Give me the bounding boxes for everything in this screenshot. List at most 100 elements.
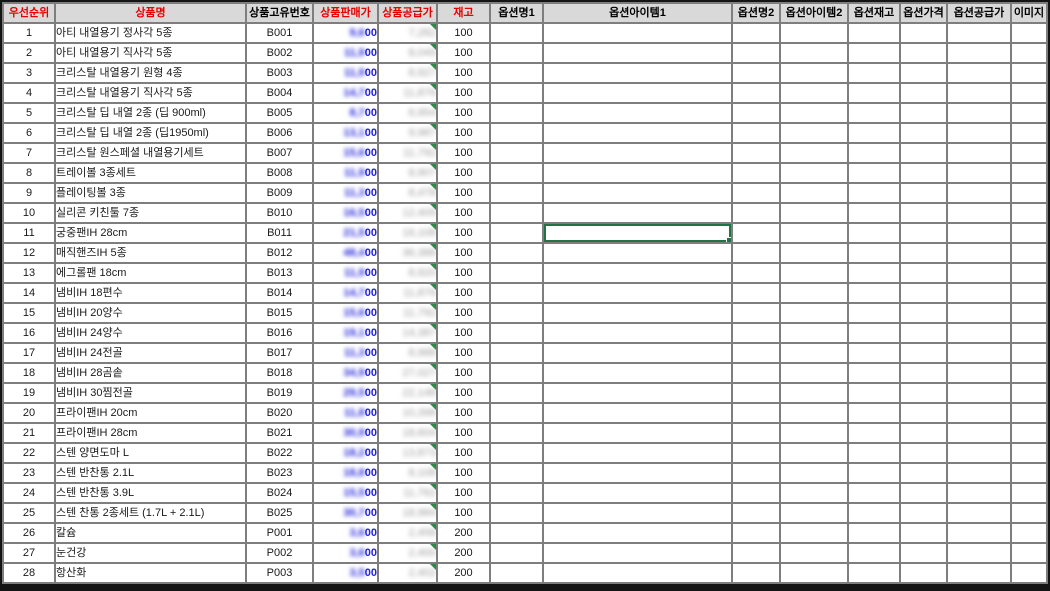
header-cell-opt_name1[interactable]: 옵션명1 [490, 3, 543, 23]
cell-opt-item2[interactable] [780, 103, 848, 123]
cell-opt-item1[interactable] [543, 303, 732, 323]
cell-stock[interactable]: 100 [437, 223, 490, 243]
cell-opt-supply[interactable] [947, 23, 1011, 43]
cell-opt-stock[interactable] [848, 83, 900, 103]
cell-supply-price[interactable]: 27,027 [378, 363, 437, 383]
cell-supply-price[interactable]: 11,762 [378, 483, 437, 503]
cell-image[interactable] [1011, 43, 1047, 63]
cell-image[interactable] [1011, 323, 1047, 343]
cell-sale-price[interactable]: 11,300 [313, 183, 378, 203]
cell-stock[interactable]: 100 [437, 163, 490, 183]
cell-product-code[interactable]: B002 [246, 43, 313, 63]
cell-opt-name1[interactable] [490, 423, 543, 443]
cell-image[interactable] [1011, 563, 1047, 583]
cell-supply-price[interactable]: 12,409 [378, 203, 437, 223]
cell-product-name[interactable]: 궁중팬IH 28cm [55, 223, 246, 243]
cell-opt-name1[interactable] [490, 23, 543, 43]
cell-opt-name1[interactable] [490, 203, 543, 223]
cell-sale-price[interactable]: 34,900 [313, 363, 378, 383]
cell-opt-stock[interactable] [848, 283, 900, 303]
cell-opt-supply[interactable] [947, 103, 1011, 123]
cell-image[interactable] [1011, 203, 1047, 223]
cell-opt-supply[interactable] [947, 343, 1011, 363]
cell-opt-item2[interactable] [780, 543, 848, 563]
cell-opt-price[interactable] [900, 443, 947, 463]
header-cell-supply_price[interactable]: 상품공급가 [378, 3, 437, 23]
header-cell-priority[interactable]: 우선순위 [3, 3, 55, 23]
cell-opt-price[interactable] [900, 103, 947, 123]
cell-opt-stock[interactable] [848, 383, 900, 403]
cell-opt-stock[interactable] [848, 483, 900, 503]
cell-product-code[interactable]: B022 [246, 443, 313, 463]
cell-priority[interactable]: 1 [3, 23, 55, 43]
cell-opt-name2[interactable] [732, 163, 780, 183]
cell-supply-price[interactable]: 7,282 [378, 23, 437, 43]
cell-opt-stock[interactable] [848, 123, 900, 143]
cell-product-code[interactable]: B003 [246, 63, 313, 83]
cell-opt-supply[interactable] [947, 543, 1011, 563]
cell-stock[interactable]: 100 [437, 103, 490, 123]
cell-opt-name1[interactable] [490, 563, 543, 583]
cell-opt-stock[interactable] [848, 323, 900, 343]
cell-opt-supply[interactable] [947, 163, 1011, 183]
cell-product-code[interactable]: B023 [246, 463, 313, 483]
cell-sale-price[interactable]: 16,500 [313, 203, 378, 223]
cell-opt-price[interactable] [900, 163, 947, 183]
cell-priority[interactable]: 22 [3, 443, 55, 463]
cell-product-name[interactable]: 냄비IH 28곰솥 [55, 363, 246, 383]
cell-image[interactable] [1011, 523, 1047, 543]
cell-opt-price[interactable] [900, 383, 947, 403]
cell-opt-name2[interactable] [732, 403, 780, 423]
cell-product-code[interactable]: P001 [246, 523, 313, 543]
cell-opt-item1[interactable] [543, 363, 732, 383]
cell-image[interactable] [1011, 123, 1047, 143]
cell-supply-price[interactable]: 36,388 [378, 243, 437, 263]
cell-stock[interactable]: 100 [437, 323, 490, 343]
cell-product-name[interactable]: 항산화 [55, 563, 246, 583]
cell-sale-price[interactable]: 3,500 [313, 563, 378, 583]
cell-opt-stock[interactable] [848, 503, 900, 523]
cell-product-code[interactable]: B016 [246, 323, 313, 343]
cell-stock[interactable]: 100 [437, 303, 490, 323]
cell-sale-price[interactable]: 3,600 [313, 523, 378, 543]
cell-opt-item1[interactable] [543, 503, 732, 523]
cell-supply-price[interactable]: 2,458 [378, 523, 437, 543]
cell-opt-name2[interactable] [732, 463, 780, 483]
cell-opt-stock[interactable] [848, 543, 900, 563]
cell-opt-name2[interactable] [732, 383, 780, 403]
cell-stock[interactable]: 100 [437, 283, 490, 303]
cell-stock[interactable]: 100 [437, 63, 490, 83]
cell-opt-item2[interactable] [780, 423, 848, 443]
cell-opt-price[interactable] [900, 523, 947, 543]
cell-image[interactable] [1011, 143, 1047, 163]
cell-opt-name1[interactable] [490, 63, 543, 83]
header-cell-opt_item1[interactable]: 옵션아이템1 [543, 3, 732, 23]
cell-opt-stock[interactable] [848, 163, 900, 183]
cell-opt-name2[interactable] [732, 83, 780, 103]
cell-opt-name1[interactable] [490, 303, 543, 323]
cell-image[interactable] [1011, 163, 1047, 183]
cell-opt-item2[interactable] [780, 443, 848, 463]
cell-opt-stock[interactable] [848, 523, 900, 543]
cell-product-name[interactable]: 냄비IH 20양수 [55, 303, 246, 323]
cell-opt-name2[interactable] [732, 503, 780, 523]
cell-opt-item2[interactable] [780, 483, 848, 503]
cell-supply-price[interactable]: 9,987 [378, 123, 437, 143]
cell-opt-price[interactable] [900, 83, 947, 103]
cell-opt-name1[interactable] [490, 163, 543, 183]
cell-product-code[interactable]: B017 [246, 343, 313, 363]
cell-opt-item2[interactable] [780, 283, 848, 303]
cell-product-code[interactable]: B005 [246, 103, 313, 123]
cell-opt-supply[interactable] [947, 323, 1011, 343]
cell-image[interactable] [1011, 343, 1047, 363]
cell-supply-price[interactable]: 16,108 [378, 223, 437, 243]
cell-product-name[interactable]: 스텐 찬통 2종세트 (1.7L + 2.1L) [55, 503, 246, 523]
header-cell-opt_name2[interactable]: 옵션명2 [732, 3, 780, 23]
cell-product-code[interactable]: P003 [246, 563, 313, 583]
cell-image[interactable] [1011, 503, 1047, 523]
cell-product-code[interactable]: B018 [246, 363, 313, 383]
cell-opt-name2[interactable] [732, 203, 780, 223]
cell-opt-price[interactable] [900, 123, 947, 143]
cell-priority[interactable]: 19 [3, 383, 55, 403]
cell-supply-price[interactable]: 8,927 [378, 63, 437, 83]
